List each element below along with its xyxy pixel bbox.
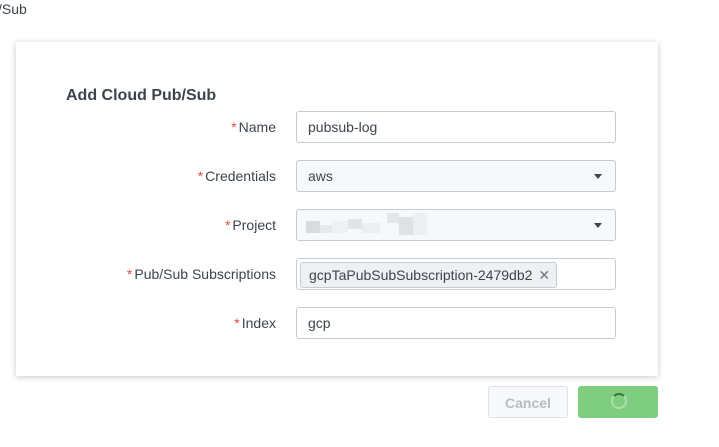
project-label: * Project [225, 209, 276, 241]
project-select[interactable] [296, 209, 616, 241]
index-input[interactable]: gcp [296, 307, 616, 339]
index-input-value: gcp [308, 315, 331, 331]
subscriptions-label: * Pub/Sub Subscriptions [127, 258, 276, 290]
credentials-label: * Credentials [198, 160, 276, 192]
subscriptions-row: * Pub/Sub Subscriptions gcpTaPubSubSubscr… [16, 258, 658, 290]
name-input[interactable]: pubsub-log [296, 111, 616, 143]
required-marker: * [197, 168, 204, 184]
credentials-label-text: Credentials [205, 168, 276, 184]
credentials-select-value: aws [308, 168, 333, 184]
name-label: * Name [231, 111, 276, 143]
add-pubsub-modal: Add Cloud Pub/Sub * Name pubsub-log * Cred… [16, 42, 658, 376]
cancel-button[interactable]: Cancel [488, 386, 568, 418]
required-marker: * [234, 315, 240, 331]
chevron-down-icon [594, 223, 602, 228]
credentials-select[interactable]: aws [296, 160, 616, 192]
breadcrumb: /Sub [0, 1, 27, 17]
index-label: * Index [234, 307, 276, 339]
chevron-down-icon [594, 174, 602, 179]
subscriptions-label-text: Pub/Sub Subscriptions [134, 266, 276, 282]
name-row: * Name pubsub-log [16, 111, 658, 143]
required-marker: * [126, 266, 133, 282]
name-label-text: Name [238, 119, 276, 135]
project-label-text: Project [232, 217, 276, 233]
required-marker: * [224, 217, 231, 233]
subscription-token-label: gcpTaPubSubSubscription-2479db2 [309, 267, 533, 283]
modal-title: Add Cloud Pub/Sub [66, 87, 217, 104]
required-marker: * [231, 119, 237, 135]
close-icon[interactable]: ✕ [538, 267, 550, 283]
subscription-token[interactable]: gcpTaPubSubSubscription-2479db2 ✕ [300, 262, 558, 288]
name-input-value: pubsub-log [308, 119, 378, 135]
loading-spinner-icon [611, 393, 627, 409]
project-row: * Project [16, 209, 658, 241]
submit-button[interactable] [578, 386, 658, 418]
index-label-text: Index [241, 315, 276, 331]
credentials-row: * Credentials aws [16, 160, 658, 192]
index-row: * Index gcp [16, 307, 658, 339]
subscriptions-multiselect[interactable]: gcpTaPubSubSubscription-2479db2 ✕ [296, 258, 616, 290]
